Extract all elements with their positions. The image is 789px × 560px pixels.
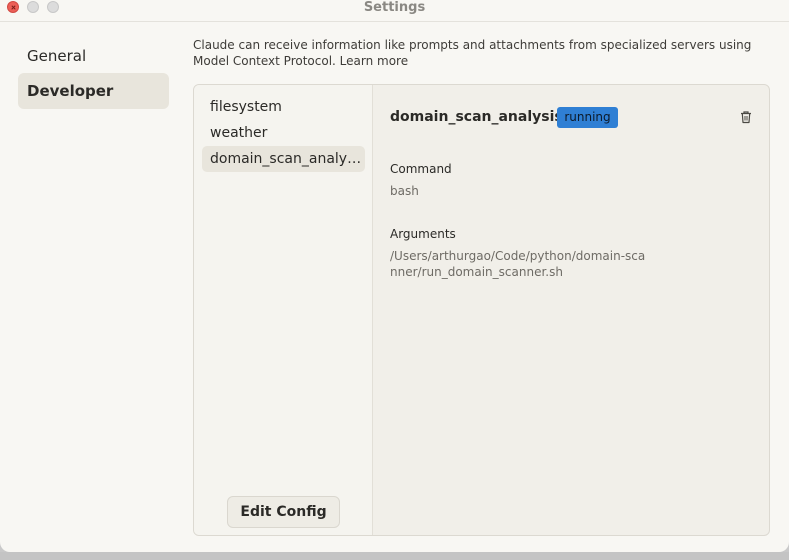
- server-item-weather[interactable]: weather: [202, 120, 365, 146]
- server-item-domain-scan-analysis[interactable]: domain_scan_analysis: [202, 146, 365, 172]
- edit-config-button[interactable]: Edit Config: [227, 496, 340, 528]
- title-bar: Settings: [0, 0, 789, 22]
- settings-window: Settings General Developer Claude can re…: [0, 0, 789, 552]
- arguments-value: /Users/arthurgao/Code/python/domain-scan…: [390, 249, 646, 279]
- command-value: bash: [390, 184, 419, 198]
- command-label: Command: [390, 162, 452, 176]
- arguments-label: Arguments: [390, 227, 456, 241]
- mcp-servers-panel: filesystem weather domain_scan_analysis …: [193, 84, 770, 536]
- window-shadow: [0, 552, 789, 560]
- server-detail: domain_scan_analysis running Command bas…: [373, 85, 769, 535]
- status-badge: running: [557, 107, 618, 128]
- server-name: domain_scan_analysis: [390, 109, 563, 125]
- sidebar-item-developer[interactable]: Developer: [18, 73, 169, 109]
- server-item-filesystem[interactable]: filesystem: [202, 94, 365, 120]
- trash-icon[interactable]: [739, 110, 753, 124]
- window-title: Settings: [363, 0, 426, 15]
- sidebar-item-general[interactable]: General: [18, 38, 169, 74]
- mcp-description: Claude can receive information like prom…: [193, 38, 752, 68]
- server-list: filesystem weather domain_scan_analysis …: [194, 85, 373, 535]
